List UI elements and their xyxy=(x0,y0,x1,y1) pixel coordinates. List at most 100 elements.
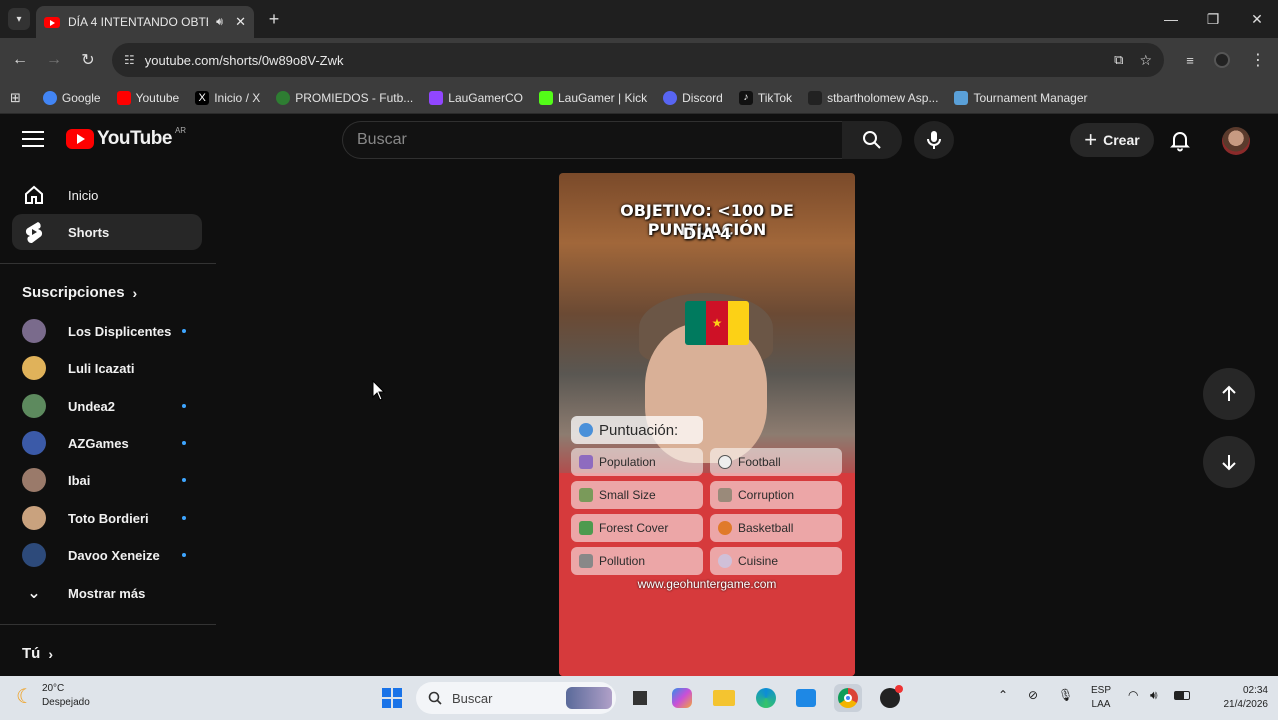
bookmark-kick[interactable]: LauGamer | Kick xyxy=(538,90,647,105)
previous-short-button[interactable] xyxy=(1203,368,1255,420)
bookmark-star-icon[interactable]: ☆ xyxy=(1139,52,1152,69)
install-app-icon[interactable]: ⧉ xyxy=(1114,52,1123,68)
subscription-item[interactable]: AZGames xyxy=(12,425,202,461)
new-content-dot xyxy=(182,516,186,520)
new-tab-button[interactable]: + xyxy=(264,9,284,29)
next-short-button[interactable] xyxy=(1203,436,1255,488)
you-title: Tú xyxy=(22,645,41,662)
arrow-down-icon xyxy=(1222,455,1236,471)
battery-icon[interactable] xyxy=(1174,691,1190,700)
car-icon xyxy=(808,90,823,105)
folder-icon xyxy=(713,690,735,706)
subscription-item[interactable]: Undea2 xyxy=(12,388,202,424)
start-button[interactable] xyxy=(378,684,406,712)
bookmark-stbartholomew[interactable]: stbartholomew Asp... xyxy=(808,90,938,105)
reload-icon: ↻ xyxy=(81,52,95,69)
speaker-icon[interactable]: 🔊︎ xyxy=(216,16,223,29)
tab-close-icon[interactable]: ✕ xyxy=(235,14,246,30)
category-chip: Football xyxy=(710,448,842,476)
arrow-right-icon: → xyxy=(46,51,62,68)
media-control-button[interactable]: ≡ xyxy=(1176,46,1204,74)
soccer-ball-icon xyxy=(718,455,732,469)
taskbar-search[interactable]: Buscar xyxy=(416,682,616,714)
show-more-button[interactable]: ⌄ Mostrar más xyxy=(12,575,202,611)
short-video-player[interactable]: OBJETIVO: <100 DE PUNTUACIÓN DÍA 4 ★ Pun… xyxy=(559,173,855,676)
avatar xyxy=(22,431,46,455)
close-window-button[interactable]: ✕ xyxy=(1242,6,1272,32)
bookmark-tiktok[interactable]: ♪ TikTok xyxy=(738,90,792,105)
forward-button[interactable]: → xyxy=(40,46,68,74)
restore-button[interactable]: ❐ xyxy=(1198,6,1228,32)
edge-button[interactable] xyxy=(752,684,780,712)
subscription-item[interactable]: Toto Bordieri xyxy=(12,500,202,536)
profile-button[interactable] xyxy=(1208,46,1236,74)
chrome-icon xyxy=(838,688,858,708)
notifications-button[interactable] xyxy=(1168,128,1192,152)
bookmark-youtube[interactable]: Youtube xyxy=(116,90,179,105)
bell-icon xyxy=(1170,132,1190,152)
chrome-button[interactable] xyxy=(834,684,862,712)
subscriptions-header[interactable]: Suscripciones › xyxy=(22,284,137,301)
minimize-button[interactable]: — xyxy=(1156,6,1186,32)
website-watermark: www.geohuntergame.com xyxy=(637,577,777,591)
apps-grid-icon[interactable]: ⊞ xyxy=(10,90,21,106)
back-button[interactable]: ← xyxy=(6,46,34,74)
plus-icon: + xyxy=(1084,127,1098,152)
chevron-down-icon: ▾ xyxy=(16,13,22,25)
clock[interactable]: 02:34 21/4/2026 xyxy=(1198,684,1269,712)
bookmark-google[interactable]: Google xyxy=(42,90,101,105)
address-bar[interactable]: ☷ youtube.com/shorts/0w89o8V-Zwk ⧉ ☆ xyxy=(112,43,1164,77)
file-explorer-button[interactable] xyxy=(710,684,738,712)
reload-button[interactable]: ↻ xyxy=(74,46,102,74)
task-view-icon xyxy=(633,691,647,705)
weather-widget[interactable]: ☾ 20°C Despejado xyxy=(16,682,90,710)
search-placeholder: Buscar xyxy=(357,131,407,148)
url-text: youtube.com/shorts/0w89o8V-Zwk xyxy=(144,52,344,68)
account-avatar[interactable] xyxy=(1222,127,1250,155)
language-indicator[interactable]: ESP LAA xyxy=(1086,684,1116,712)
browser-tab-active[interactable]: DÍA 4 INTENTANDO OBTEN 🔊︎ ✕ xyxy=(36,6,254,38)
create-button[interactable]: + Crear xyxy=(1070,123,1154,157)
wifi-icon[interactable]: ◠ xyxy=(1128,688,1138,702)
bookmark-x[interactable]: X Inicio / X xyxy=(195,90,260,105)
arrow-up-icon xyxy=(1222,385,1236,401)
menu-button[interactable]: ⋮ xyxy=(1244,46,1272,74)
subscription-item[interactable]: Davoo Xeneize xyxy=(12,537,202,573)
volume-icon[interactable]: 🔊︎ xyxy=(1150,688,1158,703)
you-section-header[interactable]: Tú › xyxy=(22,645,53,662)
guide-menu-button[interactable] xyxy=(22,128,44,150)
category-chip: Corruption xyxy=(710,481,842,509)
store-button[interactable] xyxy=(792,684,820,712)
category-chip: Basketball xyxy=(710,514,842,542)
microphone-tray-icon[interactable]: 🎙︎ xyxy=(1058,688,1073,702)
search-input[interactable]: Buscar xyxy=(342,121,842,159)
search-button[interactable] xyxy=(842,121,902,159)
bookmark-tournament-manager[interactable]: Tournament Manager xyxy=(954,90,1088,105)
sidebar-item-inicio[interactable]: Inicio xyxy=(12,177,202,213)
bookmark-discord[interactable]: Discord xyxy=(663,90,723,105)
copilot-button[interactable] xyxy=(668,684,696,712)
subscription-item[interactable]: Luli Icazati xyxy=(12,350,202,386)
onedrive-icon[interactable]: ⊘ xyxy=(1028,688,1038,702)
media-icon: ≡ xyxy=(1186,52,1194,68)
subscription-name: Davoo Xeneize xyxy=(68,547,160,563)
youtube-logo[interactable]: YouTube AR xyxy=(66,126,186,150)
subscription-item[interactable]: Los Displicentes xyxy=(12,313,202,349)
new-content-dot xyxy=(182,329,186,333)
tab-search-button[interactable]: ▾ xyxy=(8,8,30,30)
show-hidden-icons-button[interactable]: ⌃ xyxy=(998,688,1008,702)
arrow-left-icon: ← xyxy=(12,51,28,68)
microphone-icon xyxy=(927,131,941,149)
windows-logo-icon xyxy=(382,688,402,708)
bookmark-twitch[interactable]: LauGamerCO xyxy=(429,90,523,105)
voice-search-button[interactable] xyxy=(914,121,954,159)
subscription-item[interactable]: Ibai xyxy=(12,462,202,498)
sidebar-item-shorts[interactable]: Shorts xyxy=(12,214,202,250)
task-view-button[interactable] xyxy=(626,684,654,712)
app-button[interactable] xyxy=(876,684,904,712)
site-info-icon[interactable]: ☷ xyxy=(124,53,135,67)
tree-icon xyxy=(579,521,593,535)
small-size-icon xyxy=(579,488,593,502)
avatar xyxy=(22,319,46,343)
bookmark-promiedos[interactable]: PROMIEDOS - Futb... xyxy=(276,90,413,105)
